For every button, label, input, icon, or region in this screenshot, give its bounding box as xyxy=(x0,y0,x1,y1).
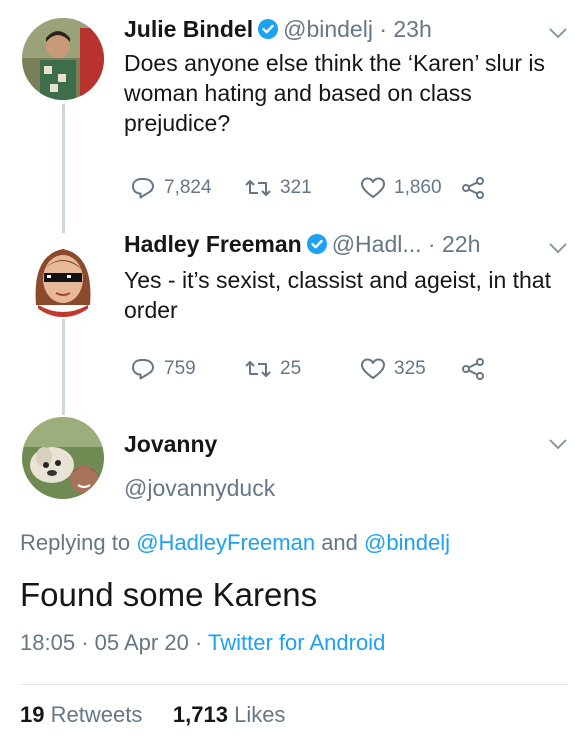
tweet-source-link[interactable]: Twitter for Android xyxy=(208,630,385,655)
replying-to: Replying to @HadleyFreeman and @bindelj xyxy=(20,530,450,556)
avatar-jovanny[interactable] xyxy=(22,417,104,499)
retweet-button[interactable]: 321 xyxy=(244,173,312,203)
retweets-stat[interactable]: 19 Retweets xyxy=(20,702,142,727)
retweet-count: 321 xyxy=(280,177,312,198)
tweet-text: Yes - it’s sexist, classist and ageist, … xyxy=(124,267,551,323)
main-tweet-text: Found some Karens xyxy=(20,576,318,613)
likes-stat[interactable]: 1,713 Likes xyxy=(173,702,286,727)
engagement-stats: 19 Retweets 1,713 Likes xyxy=(20,702,285,728)
tweet-date: 05 Apr 20 xyxy=(94,630,189,655)
tweet-text: Does anyone else think the ‘Karen’ slur … xyxy=(124,50,546,136)
verified-badge-icon xyxy=(306,232,328,262)
mention-link[interactable]: @HadleyFreeman xyxy=(136,530,315,555)
separator-dot: · xyxy=(194,630,203,655)
tweet-julie-bindel[interactable]: Julie Bindel @bindelj · 23h Does anyone e… xyxy=(0,0,588,228)
reply-icon xyxy=(130,176,156,200)
main-tweet-handle[interactable]: @jovannyduck xyxy=(124,473,275,503)
display-name[interactable]: Julie Bindel xyxy=(124,16,253,42)
chevron-down-icon[interactable] xyxy=(548,241,568,260)
divider xyxy=(20,684,568,685)
likes-label: Likes xyxy=(234,702,286,727)
tweet-time[interactable]: 22h xyxy=(442,231,480,257)
retweet-total: 19 xyxy=(20,702,45,727)
share-icon xyxy=(460,176,486,200)
user-handle[interactable]: @jovannyduck xyxy=(124,475,275,501)
avatar-hadley-freeman[interactable] xyxy=(22,235,104,317)
user-handle[interactable]: @bindelj xyxy=(283,16,373,42)
retweet-count: 25 xyxy=(280,358,302,379)
retweet-icon xyxy=(244,357,272,381)
user-handle[interactable]: @Hadl... xyxy=(332,231,422,257)
thread-line xyxy=(62,225,65,233)
tweet-time[interactable]: 23h xyxy=(393,16,431,42)
mention-link[interactable]: @bindelj xyxy=(364,530,450,555)
like-total: 1,713 xyxy=(172,702,228,727)
tweet-header: Hadley Freeman @Hadl... · 22h xyxy=(124,229,480,262)
retweet-icon xyxy=(244,176,272,200)
verified-badge-icon xyxy=(257,17,279,47)
tweet-time: 18:05 xyxy=(20,630,76,655)
retweet-button[interactable]: 25 xyxy=(244,354,301,384)
thread-line xyxy=(62,104,65,228)
avatar-julie-bindel[interactable] xyxy=(22,18,104,100)
chevron-down-icon[interactable] xyxy=(548,26,568,45)
share-button[interactable] xyxy=(460,173,486,203)
replying-and: and xyxy=(321,530,358,555)
retweets-label: Retweets xyxy=(50,702,143,727)
tweet-meta: 18:05 · 05 Apr 20 · Twitter for Android xyxy=(20,630,385,656)
chevron-down-icon[interactable] xyxy=(548,437,568,456)
heart-icon xyxy=(360,176,386,200)
reply-button[interactable]: 7,824 xyxy=(130,173,212,203)
display-name[interactable]: Hadley Freeman xyxy=(124,231,302,257)
separator-dot: · xyxy=(81,630,89,655)
separator-dot: · xyxy=(427,231,436,257)
heart-icon xyxy=(360,357,386,381)
like-button[interactable]: 325 xyxy=(360,354,426,384)
replying-prefix: Replying to xyxy=(20,530,131,555)
share-icon xyxy=(460,357,486,381)
reply-count: 7,824 xyxy=(164,177,212,198)
share-button[interactable] xyxy=(460,354,486,384)
like-button[interactable]: 1,860 xyxy=(360,173,442,203)
display-name[interactable]: Jovanny xyxy=(124,431,217,457)
reply-count: 759 xyxy=(164,358,196,379)
like-count: 1,860 xyxy=(394,177,442,198)
main-tweet-name[interactable]: Jovanny xyxy=(124,429,217,459)
separator-dot: · xyxy=(379,16,387,42)
tweet-header: Julie Bindel @bindelj · 23h xyxy=(124,14,432,47)
reply-button[interactable]: 759 xyxy=(130,354,196,384)
reply-icon xyxy=(130,357,156,381)
tweet-hadley-freeman[interactable]: Hadley Freeman @Hadl... · 22h Yes - it’s … xyxy=(0,225,588,415)
like-count: 325 xyxy=(394,358,426,379)
thread-line xyxy=(62,319,65,415)
